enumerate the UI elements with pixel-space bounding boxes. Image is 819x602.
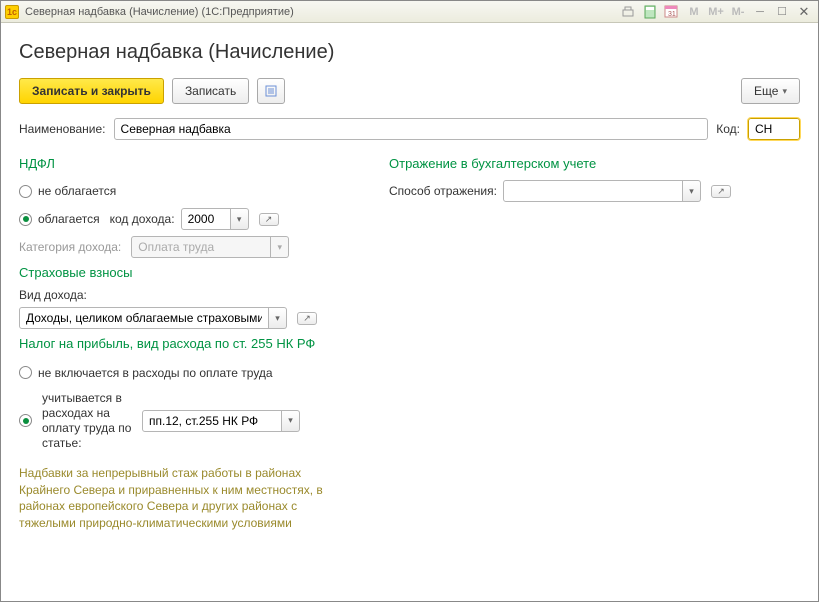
insurance-section-title: Страховые взносы [19, 265, 349, 280]
dropdown-icon[interactable]: ▾ [683, 180, 701, 202]
footnote-text: Надбавки за непрерывный стаж работы в ра… [19, 465, 339, 532]
dropdown-icon[interactable]: ▾ [231, 208, 249, 230]
calculator-icon[interactable] [640, 3, 660, 21]
more-button[interactable]: Еще ▾ [741, 78, 800, 104]
list-icon [264, 84, 278, 98]
income-code-label: код дохода: [110, 212, 175, 226]
open-external-icon[interactable]: ↗ [711, 185, 731, 198]
window-title: Северная надбавка (Начисление) (1С:Предп… [25, 6, 618, 18]
ndfl-not-taxed-option[interactable]: не облагается [19, 179, 349, 203]
open-external-icon[interactable]: ↗ [297, 312, 317, 325]
profit-not-included-option[interactable]: не включается в расходы по оплате труда [19, 361, 349, 385]
radio-icon [19, 366, 32, 379]
chevron-down-icon: ▾ [782, 86, 787, 97]
more-label: Еще [754, 84, 778, 98]
profit-included-option[interactable]: учитывается в расходах на оплату труда п… [19, 391, 349, 451]
income-code-combo[interactable]: ▾ [181, 208, 249, 230]
print-icon[interactable] [618, 3, 638, 21]
minimize-button[interactable]: ─ [750, 3, 770, 21]
income-category-combo: ▾ [131, 236, 289, 258]
profit-article-combo[interactable]: ▾ [142, 410, 300, 432]
m-minus-button[interactable]: M- [728, 3, 748, 21]
dropdown-icon: ▾ [271, 236, 289, 258]
ndfl-taxed-label: облагается [38, 212, 100, 226]
accounting-section-title: Отражение в бухгалтерском учете [389, 156, 800, 171]
toolbar: Записать и закрыть Записать Еще ▾ [19, 78, 800, 104]
code-input[interactable] [748, 118, 800, 140]
name-input[interactable] [114, 118, 709, 140]
radio-icon [19, 185, 32, 198]
accounting-method-combo[interactable]: ▾ [503, 180, 701, 202]
name-label: Наименование: [19, 122, 106, 136]
dropdown-icon[interactable]: ▾ [269, 307, 287, 329]
open-external-icon[interactable]: ↗ [259, 213, 279, 226]
ndfl-taxed-option[interactable]: облагается код дохода: ▾ ↗ [19, 207, 349, 231]
radio-checked-icon [19, 414, 32, 427]
close-button[interactable]: ✕ [794, 3, 814, 21]
income-category-input [131, 236, 271, 258]
ndfl-not-taxed-label: не облагается [38, 184, 116, 198]
code-label: Код: [716, 122, 740, 136]
ndfl-section-title: НДФЛ [19, 156, 349, 171]
calendar-icon[interactable]: 31 [662, 3, 682, 21]
window-titlebar: 1c Северная надбавка (Начисление) (1С:Пр… [1, 1, 818, 23]
save-and-close-button[interactable]: Записать и закрыть [19, 78, 164, 104]
save-button[interactable]: Записать [172, 78, 249, 104]
income-category-label: Категория дохода: [19, 240, 121, 254]
app-logo-icon: 1c [5, 5, 19, 19]
profit-included-label: учитывается в расходах на оплату труда п… [42, 391, 132, 451]
svg-text:31: 31 [668, 11, 676, 18]
income-type-combo[interactable]: ▾ [19, 307, 287, 329]
income-type-label: Вид дохода: [19, 288, 349, 302]
radio-checked-icon [19, 213, 32, 226]
profit-tax-section-title: Налог на прибыль, вид расхода по ст. 255… [19, 336, 349, 353]
profit-not-included-label: не включается в расходы по оплате труда [38, 366, 273, 380]
profit-article-input[interactable] [142, 410, 282, 432]
accounting-method-input[interactable] [503, 180, 683, 202]
m-plus-button[interactable]: M+ [706, 3, 726, 21]
list-icon-button[interactable] [257, 78, 285, 104]
m-button[interactable]: M [684, 3, 704, 21]
maximize-button[interactable]: ☐ [772, 3, 792, 21]
income-type-input[interactable] [19, 307, 269, 329]
form-title: Северная надбавка (Начисление) [19, 41, 800, 64]
accounting-method-label: Способ отражения: [389, 184, 497, 198]
income-code-input[interactable] [181, 208, 231, 230]
dropdown-icon[interactable]: ▾ [282, 410, 300, 432]
